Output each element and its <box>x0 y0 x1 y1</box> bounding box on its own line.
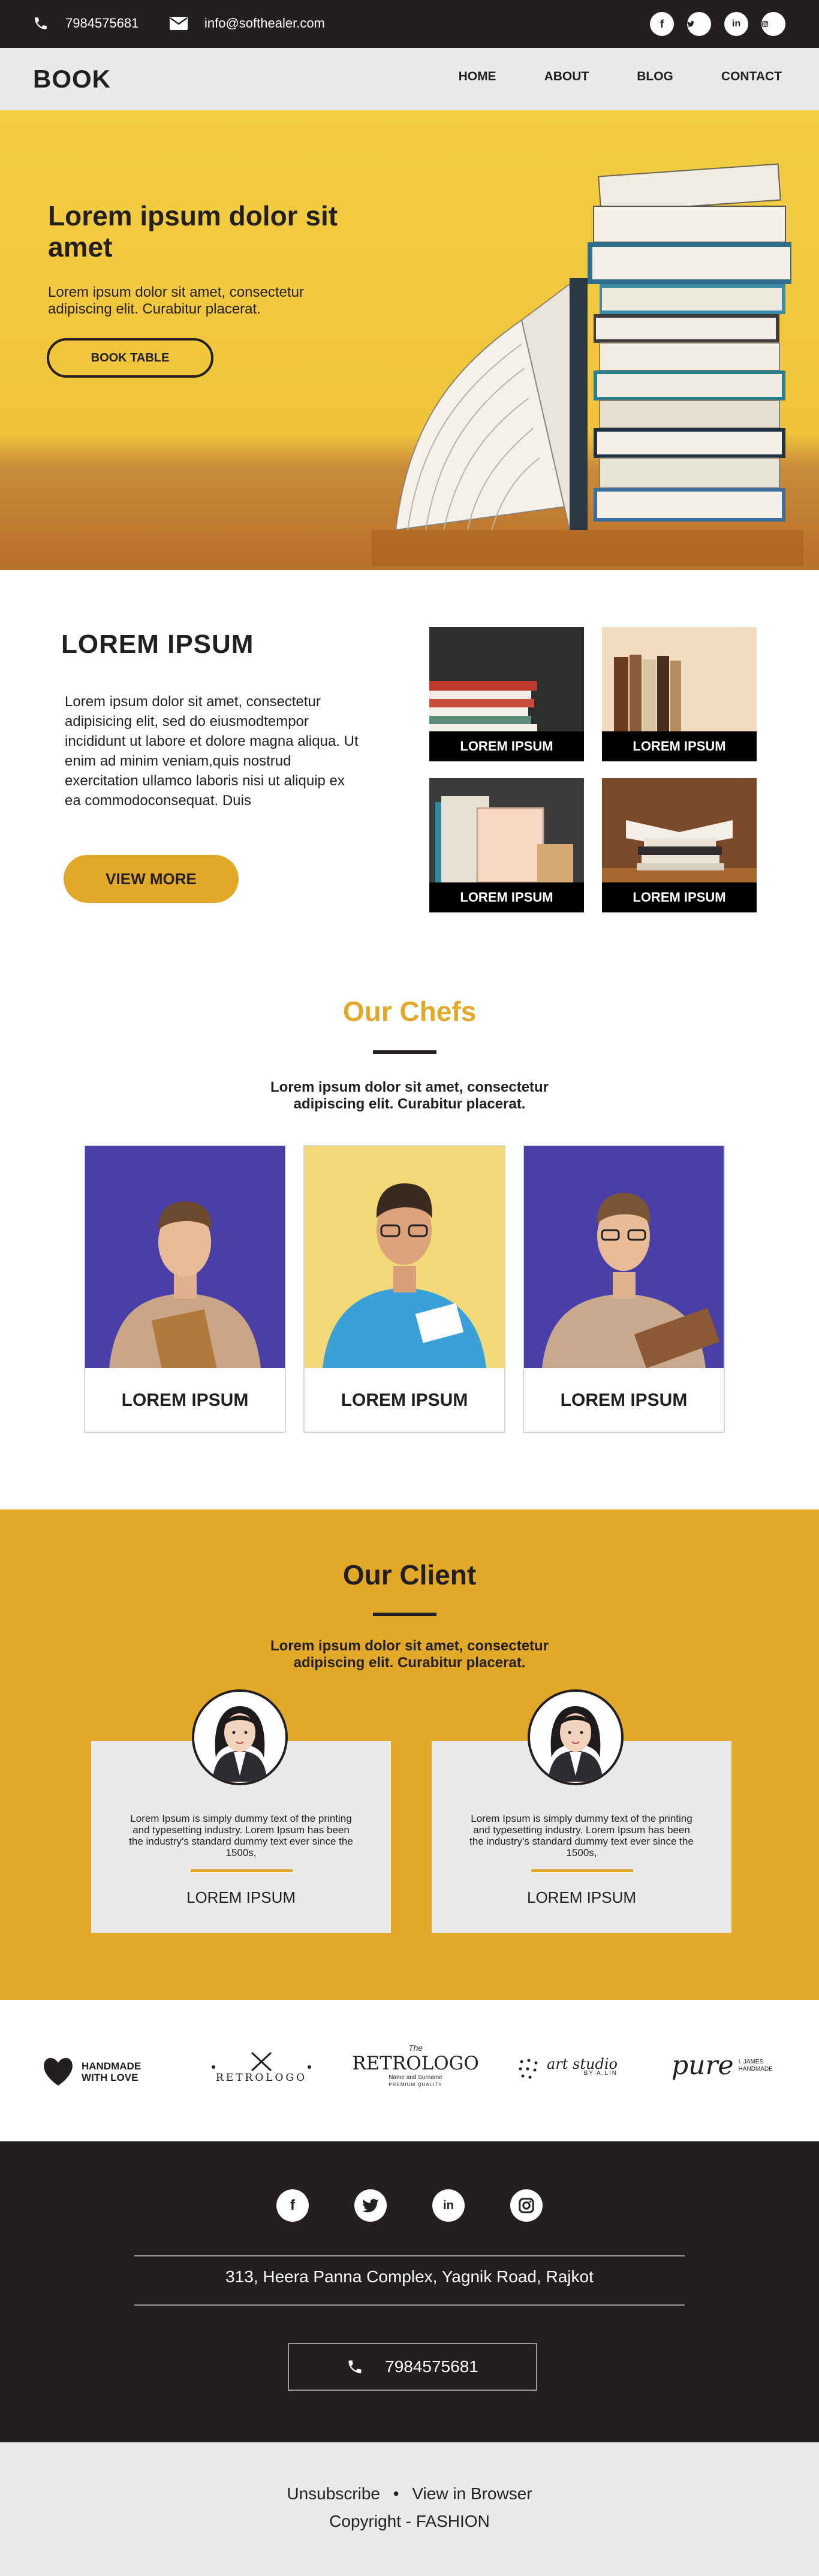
logo-retro-2: The RETROLOGO Name and Surname PREMIUM Q… <box>352 2043 479 2087</box>
logo-pure: pure I. JAMES HANDMADE <box>672 2050 781 2081</box>
logo-retro-1-text: RETROLOGO <box>215 2072 308 2084</box>
footer-divider-bottom <box>134 2304 685 2306</box>
book-table-button[interactable]: BOOK TABLE <box>47 338 213 378</box>
nav-contact[interactable]: CONTACT <box>721 70 782 84</box>
facebook-icon[interactable]: f <box>650 12 674 36</box>
tile-label: LOREM IPSUM <box>602 882 757 912</box>
about-title: LOREM IPSUM <box>61 629 254 659</box>
hero-text: Lorem ipsum dolor sit amet, consectetur … <box>48 284 304 317</box>
phone-icon <box>35 17 47 29</box>
client-name: LOREM IPSUM <box>526 1888 637 1906</box>
top-socials: f in <box>650 12 785 36</box>
clients-title: Our Client <box>342 1559 477 1590</box>
bottom-bar: Unsubscribe • View in Browser Copyright … <box>0 2442 819 2576</box>
chef-card-1[interactable]: LOREM IPSUM <box>84 1145 286 1433</box>
book-tile-1[interactable]: LOREM IPSUM <box>429 627 584 761</box>
footer-socials: f in <box>0 2189 819 2222</box>
client-divider <box>531 1869 633 1872</box>
logo-handmade-text: HANDMADE WITH LOVE <box>82 2060 141 2083</box>
view-more-button[interactable]: VIEW MORE <box>64 855 239 903</box>
chef-photo <box>524 1146 724 1368</box>
logo-handmade: HANDMADE WITH LOVE <box>41 2057 153 2087</box>
footer-phone-text: 7984575681 <box>385 2357 478 2376</box>
book-tile-4[interactable]: LOREM IPSUM <box>602 778 757 912</box>
clients-divider <box>373 1613 436 1616</box>
linkedin-icon[interactable]: in <box>724 12 748 36</box>
instagram-icon[interactable] <box>510 2189 543 2222</box>
phone-icon <box>348 2360 362 2373</box>
footer-phone-button[interactable]: 7984575681 <box>288 2343 537 2391</box>
logo-art-studio: art studio BY A.LIN <box>517 2057 618 2081</box>
client-divider <box>191 1869 293 1872</box>
mail-icon <box>170 17 188 30</box>
hero-banner: Lorem ipsum dolor sit amet Lorem ipsum d… <box>0 110 819 570</box>
nav-home[interactable]: HOME <box>459 70 496 84</box>
logo-retro-2-sub: Name and Surname <box>389 2074 442 2081</box>
book-tile-2[interactable]: LOREM IPSUM <box>602 627 757 761</box>
chef-name: LOREM IPSUM <box>121 1390 249 1410</box>
chefs-title: Our Chefs <box>342 996 477 1027</box>
chef-photo <box>85 1146 285 1368</box>
logo-art-text: art studio <box>547 2056 618 2072</box>
about-text: Lorem ipsum dolor sit amet, consectetur … <box>65 694 359 809</box>
top-bar: 7984575681 info@softhealer.com f in <box>0 0 819 48</box>
view-browser-link[interactable]: View in Browser <box>412 2484 532 2503</box>
chefs-divider <box>373 1050 436 1054</box>
chef-name: LOREM IPSUM <box>560 1390 688 1410</box>
books-stack-image <box>372 163 803 566</box>
logo-pure-text: pure <box>672 2050 734 2081</box>
clients-subtitle: Lorem ipsum dolor sit amet, consectetur … <box>270 1638 549 1671</box>
logo-retro-2-the: The <box>408 2043 423 2053</box>
logo-retro-2-text: RETROLOGO <box>352 2053 479 2074</box>
copyright: Copyright - FASHION <box>329 2512 490 2530</box>
dots-icon <box>519 2059 538 2079</box>
tile-label: LOREM IPSUM <box>602 731 757 761</box>
tile-label: LOREM IPSUM <box>429 882 584 912</box>
separator-dot: • <box>393 2484 399 2503</box>
brand-logo[interactable]: BOOK <box>33 65 111 94</box>
book-tile-3[interactable]: LOREM IPSUM <box>429 778 584 912</box>
twitter-icon[interactable] <box>687 12 711 36</box>
client-avatar <box>528 1689 624 1785</box>
nav-menu: HOME ABOUT BLOG CONTACT <box>411 70 782 84</box>
logo-pure-sub: I. JAMES HANDMADE <box>738 2058 773 2072</box>
chef-name: LOREM IPSUM <box>341 1390 468 1410</box>
bottom-links: Unsubscribe • View in Browser <box>0 2484 819 2503</box>
top-email-text: info@softhealer.com <box>204 16 325 31</box>
top-email[interactable]: info@softhealer.com <box>170 16 325 31</box>
instagram-icon[interactable] <box>761 12 785 36</box>
chef-card-3[interactable]: LOREM IPSUM <box>523 1145 725 1433</box>
nav-blog[interactable]: BLOG <box>637 70 673 84</box>
footer-divider-top <box>134 2255 685 2256</box>
twitter-icon[interactable] <box>354 2189 387 2222</box>
footer-address: 313, Heera Panna Complex, Yagnik Road, R… <box>225 2267 594 2286</box>
clients-section: Our Client Lorem ipsum dolor sit amet, c… <box>0 1510 819 2000</box>
unsubscribe-link[interactable]: Unsubscribe <box>287 2484 380 2503</box>
client-name: LOREM IPSUM <box>186 1888 296 1906</box>
top-phone-text: 7984575681 <box>65 16 139 31</box>
facebook-icon[interactable]: f <box>276 2189 309 2222</box>
chefs-subtitle: Lorem ipsum dolor sit amet, consectetur … <box>270 1079 549 1112</box>
client-quote: Lorem Ipsum is simply dummy text of the … <box>469 1813 694 1858</box>
chef-card-2[interactable]: LOREM IPSUM <box>303 1145 505 1433</box>
footer: f in 313, Heera Panna Complex, Yagnik Ro… <box>0 2141 819 2442</box>
chef-photo <box>305 1146 504 1368</box>
linkedin-icon[interactable]: in <box>432 2189 465 2222</box>
hero-title: Lorem ipsum dolor sit amet <box>48 200 338 263</box>
heart-icon <box>44 2057 73 2086</box>
top-phone[interactable]: 7984575681 <box>33 16 138 31</box>
main-nav: BOOK HOME ABOUT BLOG CONTACT <box>0 48 819 110</box>
nav-about[interactable]: ABOUT <box>544 70 589 84</box>
client-avatar <box>192 1689 288 1785</box>
crossed-arrows-icon <box>212 2051 311 2072</box>
client-quote: Lorem Ipsum is simply dummy text of the … <box>129 1813 353 1858</box>
tile-label: LOREM IPSUM <box>429 731 584 761</box>
partner-logos: HANDMADE WITH LOVE RETROLOGO The RETROLO… <box>0 2000 819 2141</box>
logo-retro-2-tag: PREMIUM QUALITY <box>389 2082 442 2087</box>
logo-retro-1: RETROLOGO <box>207 2050 315 2084</box>
